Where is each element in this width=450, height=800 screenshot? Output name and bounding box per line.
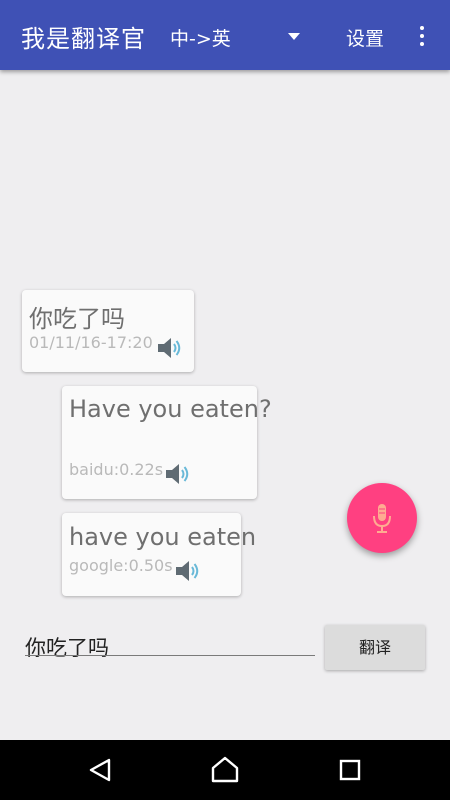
source-text-input[interactable]: 你吃了吗	[25, 632, 109, 662]
voice-input-button[interactable]	[347, 483, 417, 553]
system-navigation-bar	[0, 740, 450, 800]
home-icon[interactable]	[205, 755, 245, 785]
translation-bubble-baidu: Have you eaten? baidu:0.22s	[62, 386, 272, 499]
source-message-timestamp: 01/11/16-17:20	[29, 333, 153, 352]
translation-text: Have you eaten?	[69, 395, 272, 423]
dropdown-arrow-icon	[288, 33, 300, 40]
language-pair-spinner[interactable]: 中->英	[170, 24, 310, 50]
source-message-bubble: 你吃了吗 01/11/16-17:20	[22, 290, 194, 372]
microphone-icon	[373, 504, 391, 533]
translate-button[interactable]: 翻译	[325, 625, 425, 670]
translation-source-time: google:0.50s	[69, 556, 173, 575]
speaker-icon[interactable]	[156, 335, 184, 361]
speaker-icon[interactable]	[164, 461, 192, 487]
input-underline	[25, 655, 315, 656]
overflow-menu-icon[interactable]	[414, 24, 430, 48]
app-title: 我是翻译官	[21, 25, 146, 53]
back-icon[interactable]	[80, 755, 120, 785]
app-bar: 我是翻译官 中->英 设置	[0, 0, 450, 70]
translation-source-time: baidu:0.22s	[69, 460, 164, 479]
recents-icon[interactable]	[330, 755, 370, 785]
language-pair-label: 中->英	[170, 28, 231, 50]
settings-button[interactable]: 设置	[346, 24, 384, 51]
translation-bubble-google: have you eaten google:0.50s	[62, 513, 256, 596]
translation-text: have you eaten	[69, 523, 257, 551]
source-message-text: 你吃了吗	[29, 305, 125, 333]
speaker-icon[interactable]	[174, 558, 202, 584]
